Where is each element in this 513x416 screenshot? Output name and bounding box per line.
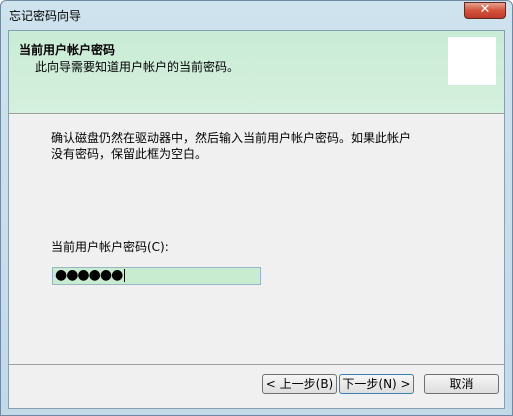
footer-divider [9, 364, 504, 365]
password-value: ●●●●●● [55, 267, 123, 283]
cancel-button[interactable]: 取消 [424, 374, 499, 394]
wizard-client-area: 当前用户帐户密码 此向导需要知道用户帐户的当前密码。 确认磁盘仍然在驱动器中，然… [8, 30, 505, 409]
window-title: 忘记密码向导 [9, 9, 82, 23]
wizard-window: 忘记密码向导 ✕ 当前用户帐户密码 此向导需要知道用户帐户的当前密码。 确认磁盘… [0, 0, 513, 416]
next-button[interactable]: 下一步(N) > [339, 374, 414, 394]
password-label: 当前用户帐户密码(C): [51, 240, 169, 254]
header-title: 当前用户帐户密码 [19, 43, 116, 57]
close-button[interactable]: ✕ [464, 2, 506, 19]
text-caret [124, 268, 126, 282]
instruction-text: 确认磁盘仍然在驱动器中，然后输入当前用户帐户密码。如果此帐户没有密码，保留此框为… [51, 131, 412, 161]
wizard-header: 当前用户帐户密码 此向导需要知道用户帐户的当前密码。 [9, 31, 504, 114]
close-icon: ✕ [479, 2, 491, 17]
password-input[interactable]: ●●●●●● [52, 267, 261, 285]
header-subtitle: 此向导需要知道用户帐户的当前密码。 [35, 60, 240, 74]
title-bar[interactable]: 忘记密码向导 ✕ [1, 1, 512, 29]
header-image [448, 37, 496, 85]
back-button[interactable]: < 上一步(B) [262, 374, 337, 394]
